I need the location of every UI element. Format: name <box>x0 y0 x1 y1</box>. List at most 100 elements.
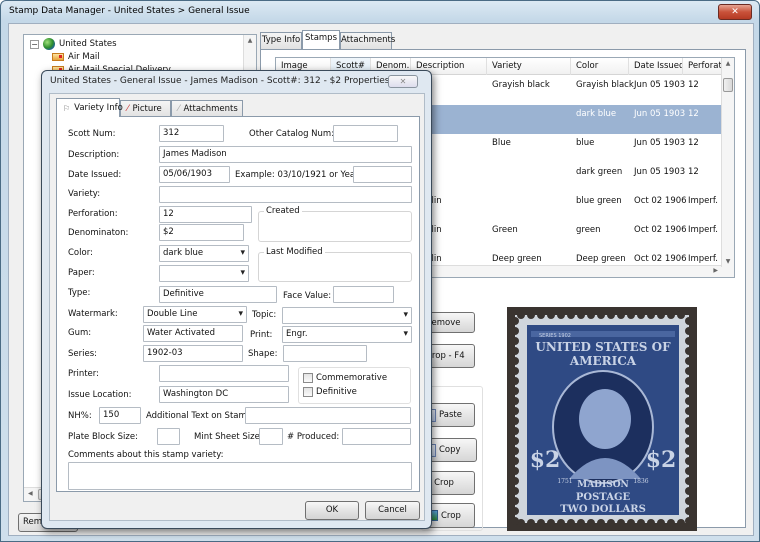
tab-picture[interactable]: ⁄ Picture <box>120 100 171 117</box>
year-input[interactable] <box>353 166 412 183</box>
commemorative-checkbox[interactable]: Commemorative <box>303 373 387 383</box>
description-input[interactable]: James Madison <box>159 146 412 163</box>
watermark-select[interactable]: Double Line <box>143 306 247 323</box>
perforation-hole <box>537 519 545 527</box>
perforation-label: Perforation: <box>68 209 118 219</box>
cell-perf: Imperf. <box>688 254 718 264</box>
tree-item-air-mail[interactable]: Air Mail <box>52 52 100 62</box>
other-catalog-input[interactable] <box>333 125 398 142</box>
envelope-icon <box>52 53 64 61</box>
scroll-thumb[interactable] <box>723 78 733 92</box>
perforation-hole <box>511 407 519 415</box>
window-close-button[interactable]: ✕ <box>718 4 752 20</box>
stamp-postage-text: POSTAGE <box>576 492 631 503</box>
stamp-image: UNITED STATES OF AMERICA SERIES 1902 $2 … <box>507 307 697 531</box>
perforation-hole <box>597 519 605 527</box>
column-header-date-issued[interactable]: Date Issued <box>629 58 683 75</box>
date-issued-input[interactable]: 05/06/1903 <box>159 166 230 183</box>
perforation-hole <box>517 311 525 319</box>
variety-info-pane: Scott Num: 312 Other Catalog Num: Descri… <box>56 116 420 492</box>
scroll-down-icon[interactable]: ▼ <box>722 258 734 265</box>
type-input[interactable]: Definitive <box>159 286 277 303</box>
nh-pct-label: NH%: <box>68 411 92 421</box>
face-value-input[interactable] <box>333 286 394 303</box>
stamp-year-right: 1836 <box>633 478 648 485</box>
perforation-hole <box>685 377 693 385</box>
perforation-hole <box>527 519 535 527</box>
tree-item-united-states[interactable]: − United States <box>30 38 117 50</box>
definitive-checkbox[interactable]: Definitive <box>303 387 357 397</box>
issue-location-input[interactable]: Washington DC <box>159 386 289 403</box>
cell-date: Oct 02 1906 <box>634 254 687 264</box>
other-catalog-label: Other Catalog Num: <box>249 129 335 139</box>
nh-pct-input[interactable]: 150 <box>99 407 141 424</box>
perforation-input[interactable]: 12 <box>159 206 252 223</box>
shape-input[interactable] <box>283 345 367 362</box>
plate-block-input[interactable] <box>157 428 180 445</box>
paper-label: Paper: <box>68 268 95 278</box>
series-input[interactable]: 1902-03 <box>143 345 243 362</box>
print-select[interactable]: Engr. <box>282 326 412 343</box>
example-label: Example: 03/10/1921 or Year: <box>235 170 362 180</box>
gum-input[interactable]: Water Activated <box>143 325 243 342</box>
tab-attachments[interactable]: Attachments <box>340 32 395 49</box>
checkbox-box[interactable] <box>303 373 313 383</box>
scroll-left-icon[interactable]: ◀ <box>28 490 33 497</box>
cell-date: Jun 05 1903 <box>634 138 686 148</box>
perforation-hole <box>577 311 585 319</box>
perforation-hole <box>527 311 535 319</box>
stamp-value-text: TWO DOLLARS <box>560 504 646 515</box>
additional-text-input[interactable] <box>245 407 411 424</box>
plate-block-label: Plate Block Size: <box>68 432 138 442</box>
perforation-hole <box>511 347 519 355</box>
comments-textarea[interactable] <box>68 462 412 490</box>
tab-type-info[interactable]: Type Info <box>260 32 302 49</box>
stamp-country-text: UNITED STATES OF <box>535 340 671 354</box>
topic-select[interactable] <box>282 307 412 324</box>
perforation-hole <box>537 311 545 319</box>
printer-input[interactable] <box>159 365 289 382</box>
perforation-hole <box>627 311 635 319</box>
perforation-hole <box>511 427 519 435</box>
perforation-hole <box>511 507 519 515</box>
cancel-button[interactable]: Cancel <box>365 501 420 520</box>
button-label: Copy <box>439 445 461 455</box>
perforation-hole <box>685 427 693 435</box>
checkbox-box[interactable] <box>303 387 313 397</box>
perforation-hole <box>685 517 693 525</box>
cell-color: blue <box>576 138 595 148</box>
perforation-hole <box>567 519 575 527</box>
paper-select[interactable] <box>159 265 249 282</box>
tab-label: Picture <box>132 103 162 114</box>
perforation-hole <box>677 311 685 319</box>
stamp-denom-left: $2 <box>530 447 561 473</box>
dialog-body: ⚐ Variety Info ⁄ Picture ⁄ Attachments S… <box>49 93 425 521</box>
color-select[interactable]: dark blue <box>159 245 249 262</box>
cell-color: Grayish black <box>576 80 634 90</box>
scroll-right-icon[interactable]: ▶ <box>713 267 718 274</box>
cell-color: green <box>576 225 601 235</box>
ok-button[interactable]: OK <box>305 501 359 520</box>
dialog-close-button[interactable]: ✕ <box>388 75 418 88</box>
tab-stamps[interactable]: Stamps <box>302 30 340 49</box>
denomination-input[interactable]: $2 <box>159 224 244 241</box>
mint-sheet-input[interactable] <box>259 428 283 445</box>
variety-input[interactable] <box>159 186 412 203</box>
grid-vertical-scrollbar[interactable]: ▲ ▼ <box>721 58 734 267</box>
tab-dialog-attachments[interactable]: ⁄ Attachments <box>171 100 243 117</box>
collapse-icon[interactable]: − <box>30 39 39 49</box>
scroll-up-icon[interactable]: ▲ <box>244 37 256 44</box>
perforation-hole <box>685 387 693 395</box>
scott-num-label: Scott Num: <box>68 129 116 139</box>
produced-input[interactable] <box>342 428 411 445</box>
stamp-country-text-2: AMERICA <box>569 354 637 368</box>
scott-num-input[interactable]: 312 <box>159 125 224 142</box>
perforation-hole <box>511 397 519 405</box>
column-header-variety[interactable]: Variety <box>487 58 571 75</box>
perforation-hole <box>685 467 693 475</box>
cell-date: Jun 05 1903 <box>634 167 686 177</box>
scroll-up-icon[interactable]: ▲ <box>722 60 734 67</box>
cell-color: blue green <box>576 196 622 206</box>
tab-variety-info[interactable]: ⚐ Variety Info <box>56 98 123 117</box>
column-header-color[interactable]: Color <box>571 58 629 75</box>
